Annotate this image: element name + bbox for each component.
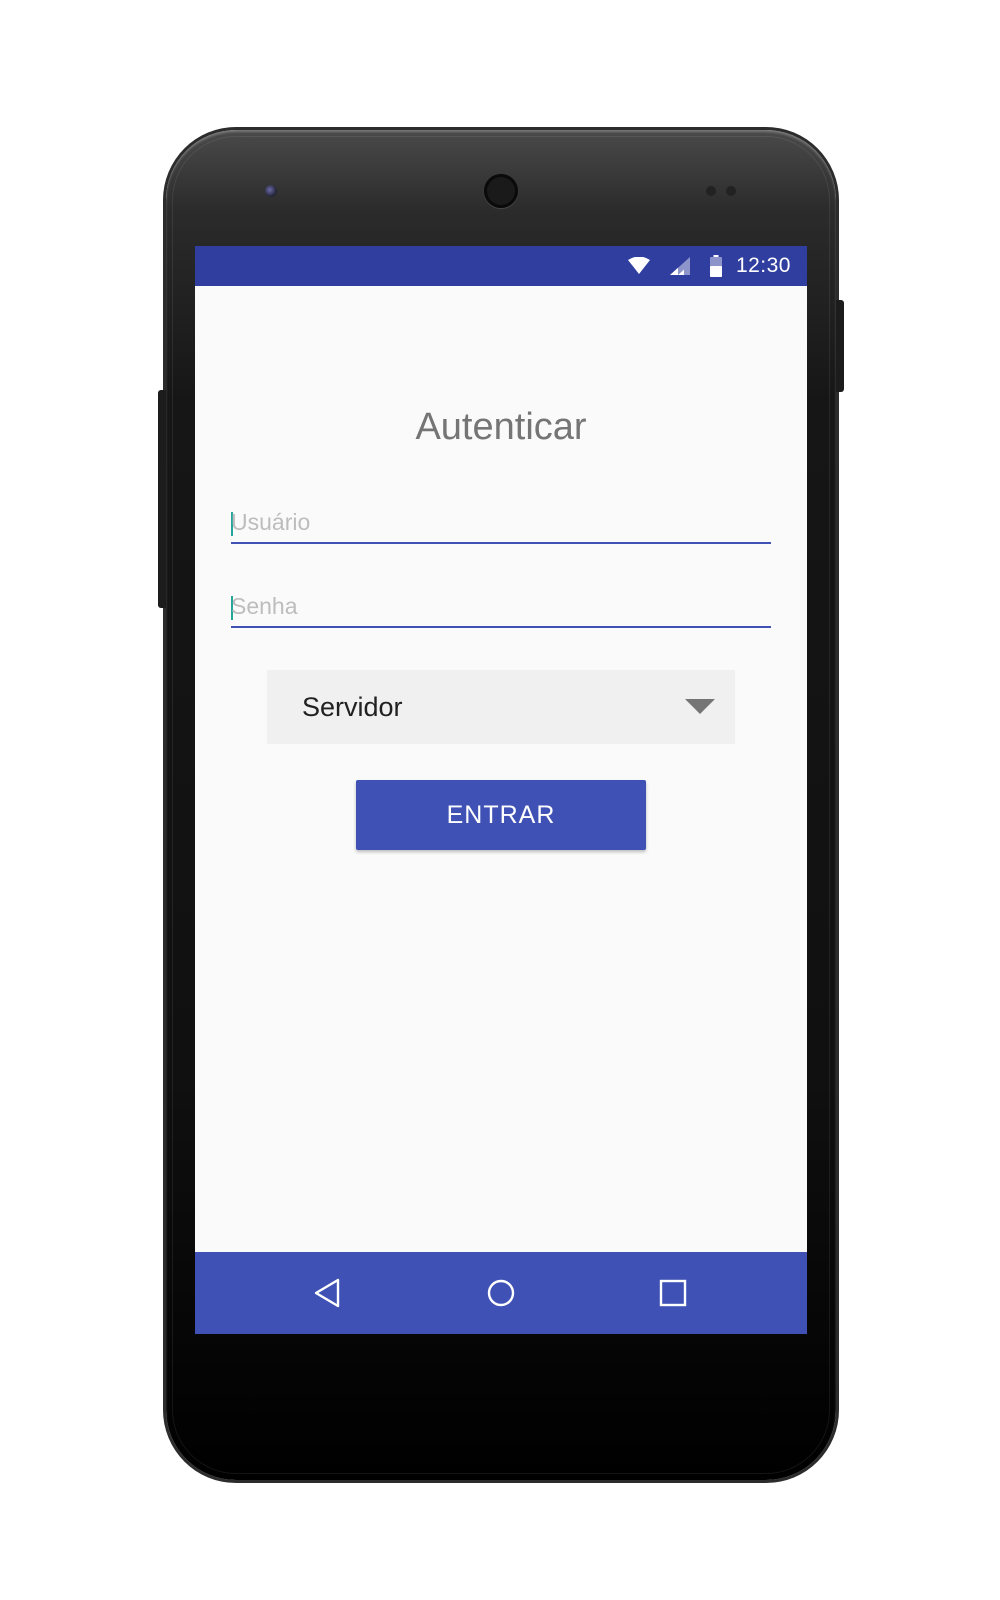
username-input[interactable] [231,502,771,542]
volume-button [158,390,166,608]
password-field[interactable] [231,586,771,628]
home-icon[interactable] [481,1273,521,1313]
enter-button[interactable]: ENTRAR [356,780,646,850]
status-icons: 12:30 [608,246,791,286]
battery-icon [709,255,722,277]
recents-icon[interactable] [653,1273,693,1313]
phone-frame: 12:30 Autenticar Servidor ENTRAR [158,130,844,1480]
password-input[interactable] [231,586,771,626]
page-title: Autenticar [415,406,587,448]
status-bar: 12:30 [195,246,807,286]
username-field[interactable] [231,502,771,544]
server-select[interactable]: Servidor [267,670,735,744]
cell-signal-icon [669,257,690,275]
back-icon[interactable] [307,1273,347,1313]
server-select-label: Servidor [302,692,403,722]
wifi-icon [627,257,650,275]
proximity-sensor [706,186,742,196]
power-button [836,300,844,392]
navigation-bar [195,1252,807,1334]
app-screen: 12:30 Autenticar Servidor ENTRAR [195,246,807,1334]
status-time: 12:30 [735,254,791,277]
earpiece-speaker [484,174,518,208]
front-camera [265,185,277,197]
dropdown-arrow-icon [685,699,715,714]
